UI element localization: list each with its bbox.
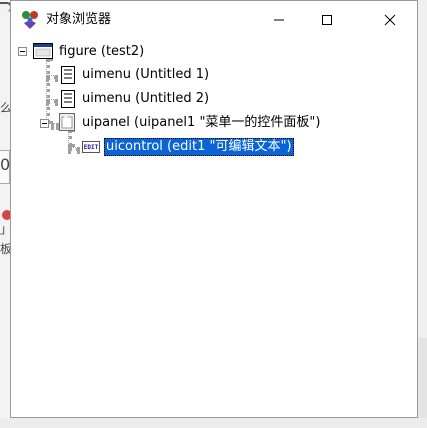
close-button[interactable] — [367, 1, 413, 39]
tree-node-label[interactable]: uimenu (Untitled 1) — [80, 66, 211, 84]
object-tree[interactable]: figure (test2) uimenu (Untitled 1) uimen… — [11, 39, 417, 417]
minimize-button[interactable] — [256, 1, 302, 39]
tree-guide-line — [68, 147, 80, 151]
object-browser-app-icon — [22, 11, 38, 29]
background-window-bottom — [0, 418, 427, 428]
maximize-icon — [322, 15, 332, 25]
collapse-toggle-figure[interactable] — [18, 47, 27, 56]
uimenu-icon — [61, 66, 75, 84]
close-icon — [384, 14, 396, 26]
minimize-icon — [274, 19, 284, 21]
collapse-toggle-uipanel[interactable] — [40, 119, 49, 128]
tree-node-label[interactable]: uimenu (Untitled 2) — [80, 90, 211, 108]
uimenu-icon — [61, 90, 75, 108]
maximize-button[interactable] — [304, 1, 350, 39]
tree-node-label[interactable]: figure (test2) — [57, 43, 146, 61]
tree-node-label-selected[interactable]: uicontrol (edit1 "可编辑文本") — [104, 138, 294, 156]
background-window-right-lower — [418, 338, 427, 428]
window-title: 对象浏览器 — [46, 12, 112, 27]
tree-guide-line — [46, 99, 58, 103]
edit-control-icon: EDIT — [82, 141, 100, 153]
figure-window-icon — [33, 43, 53, 59]
tree-guide-line — [51, 123, 59, 127]
uipanel-icon — [59, 113, 75, 131]
tree-guide-line — [46, 58, 50, 124]
object-browser-window: 对象浏览器 figure (test2) uimenu (Untitled 1)… — [10, 0, 418, 418]
title-bar[interactable]: 对象浏览器 — [11, 1, 417, 39]
tree-node-label[interactable]: uipanel (uipanel1 "菜单一的控件面板") — [80, 114, 322, 132]
tree-guide-line — [46, 75, 58, 79]
background-text-fragment: 0 — [0, 155, 11, 174]
tree-guide-line — [68, 129, 72, 147]
